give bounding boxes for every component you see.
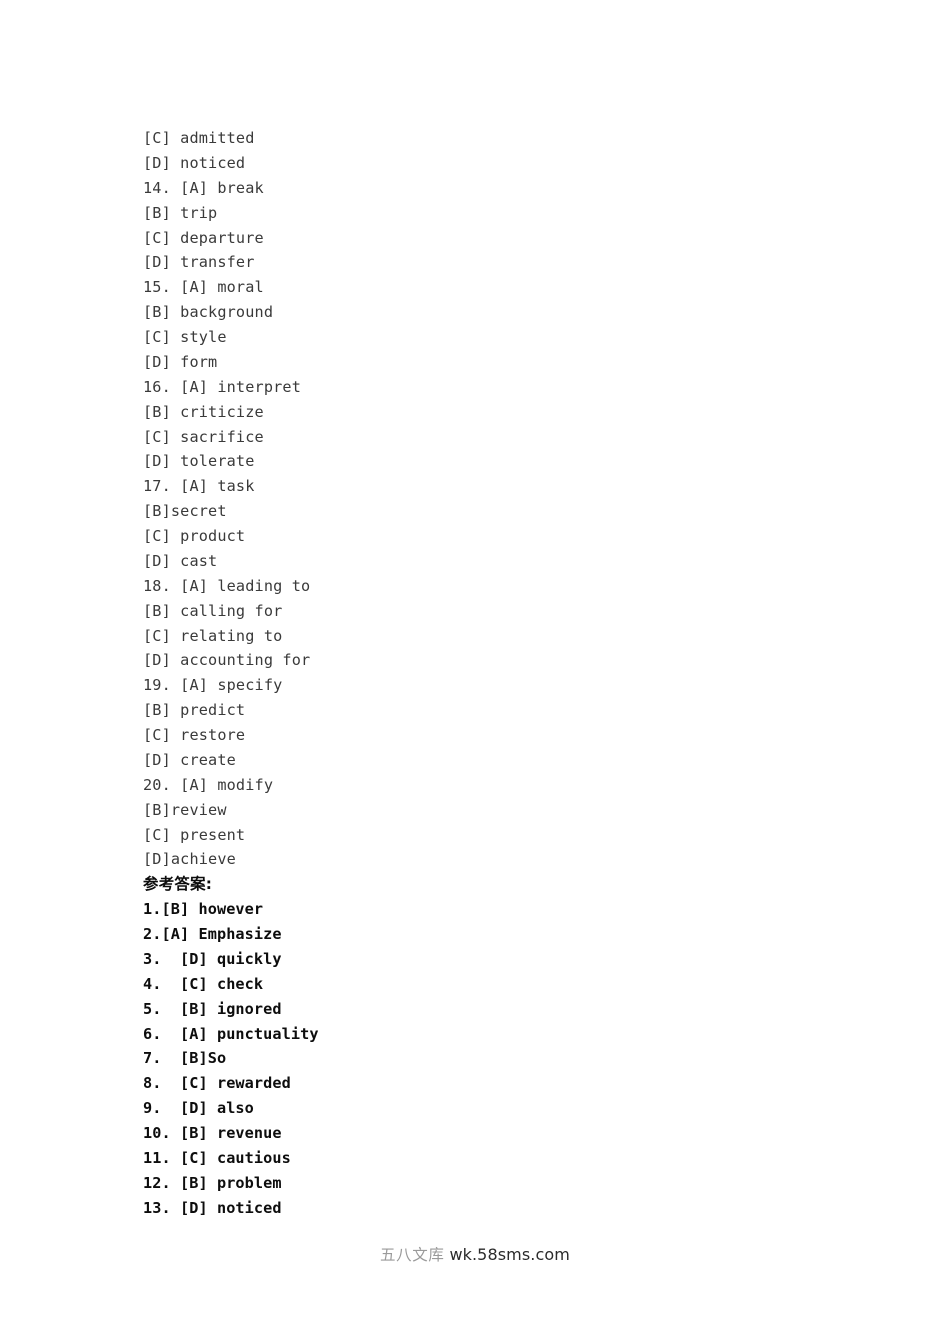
option-line: [C] product: [143, 527, 246, 545]
answer-line: 12. [B] problem: [143, 1173, 282, 1192]
document-page: [C] admitted [D] noticed 14. [A] break […: [0, 0, 950, 1344]
answer-line: 4. [C] check: [143, 974, 264, 993]
option-line: [B] predict: [143, 701, 246, 720]
option-line: [D] form: [143, 352, 218, 371]
answer-line: 6. [A] punctuality: [143, 1024, 319, 1043]
option-line: 17. [A] task: [143, 477, 255, 496]
option-line: [B]secret: [143, 502, 227, 521]
answer-line: 5. [B] ignored: [143, 999, 282, 1018]
option-line: 14. [A] break: [143, 178, 264, 197]
option-line: 15. [A] moral: [143, 278, 264, 297]
option-line: [C] sacrifice: [143, 427, 264, 446]
option-line: [B] criticize: [143, 402, 264, 421]
option-line: [C] restore: [143, 726, 246, 744]
answer-line: 1.[B] however: [143, 900, 264, 919]
option-line: [D]achieve: [143, 850, 236, 869]
option-line: 16. [A] interpret: [143, 377, 301, 396]
option-line: [B] background: [143, 303, 274, 322]
options-list: [C] admitted [D] noticed 14. [A] break […: [143, 126, 843, 872]
option-line: [D] tolerate: [143, 452, 255, 471]
option-line: [B]review: [143, 800, 227, 819]
option-line: [C] departure: [143, 228, 264, 247]
option-line: 20. [A] modify: [143, 775, 274, 794]
option-line: 19. [A] specify: [143, 676, 283, 695]
option-line: [B] calling for: [143, 601, 283, 620]
answer-line: 11. [C] cautious: [143, 1148, 291, 1167]
option-line: [C] present: [143, 825, 246, 844]
watermark-url: wk.58sms.com: [449, 1245, 570, 1264]
document-text-body: [C] admitted [D] noticed 14. [A] break […: [143, 126, 843, 1221]
answer-key-heading: 参考答案:: [143, 875, 213, 894]
option-line: [D] noticed: [143, 153, 246, 172]
option-line: [D] cast: [143, 551, 218, 570]
answer-line: 13. [D] noticed: [143, 1198, 282, 1217]
option-line: [D] accounting for: [143, 651, 311, 670]
answer-line: 9. [D] also: [143, 1099, 254, 1118]
footer-watermark: 五八文库 wk.58sms.com: [0, 1243, 950, 1267]
answer-line: 8. [C] rewarded: [143, 1074, 291, 1093]
option-line: [B] trip: [143, 203, 218, 222]
answer-line: 2.[A] Emphasize: [143, 925, 282, 943]
answer-line: 7. [B]So: [143, 1049, 227, 1068]
option-line: [C] admitted: [143, 129, 255, 147]
option-line: [D] create: [143, 750, 236, 769]
option-line: [C] style: [143, 328, 227, 346]
answer-line: 3. [D] quickly: [143, 949, 282, 968]
answer-key-list: 1.[B] however 2.[A] Emphasize 3. [D] qui…: [143, 897, 843, 1220]
option-line: [C] relating to: [143, 626, 283, 645]
answer-line: 10. [B] revenue: [143, 1124, 282, 1142]
option-line: [D] transfer: [143, 253, 255, 272]
option-line: 18. [A] leading to: [143, 576, 311, 595]
watermark-brand: 五八文库: [380, 1246, 445, 1264]
